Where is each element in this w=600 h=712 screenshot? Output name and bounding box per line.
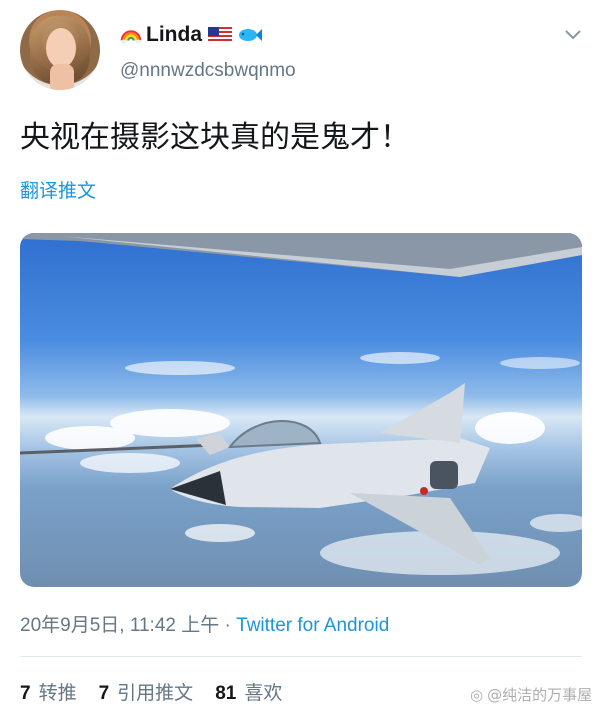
tweet-source-link[interactable]: Twitter for Android <box>236 615 389 636</box>
avatar[interactable] <box>20 10 100 90</box>
fish-icon <box>239 29 262 41</box>
user-handle[interactable]: @nnnwzdcsbwqnmo <box>120 60 296 82</box>
weibo-icon: ◎ <box>470 685 484 704</box>
tweet-meta: 20年9月5日, 11:42 上午 · Twitter for Android <box>20 610 389 637</box>
rainbow-icon <box>120 30 142 44</box>
tweet-text: 央视在摄影这块真的是鬼才！ <box>20 120 410 155</box>
divider <box>20 656 582 657</box>
translate-tweet-link[interactable]: 翻译推文 <box>20 176 96 203</box>
tweet-media-image[interactable] <box>20 233 582 587</box>
retweets-stat[interactable]: 7 转推 <box>20 678 77 705</box>
user-name[interactable]: Linda <box>146 23 202 47</box>
user-name-row[interactable]: Linda <box>120 20 262 50</box>
meta-separator: · <box>224 615 231 636</box>
quote-tweets-stat[interactable]: 7 引用推文 <box>99 678 194 705</box>
likes-stat[interactable]: 81 喜欢 <box>215 678 282 705</box>
us-flag-icon <box>208 27 232 43</box>
tweet-stats: 7 转推 7 引用推文 81 喜欢 <box>20 678 282 705</box>
tweet-timestamp[interactable]: 20年9月5日, 11:42 上午 <box>20 615 219 636</box>
watermark: ◎ @纯洁的万事屋 <box>470 685 593 705</box>
chevron-down-icon[interactable] <box>563 24 583 44</box>
